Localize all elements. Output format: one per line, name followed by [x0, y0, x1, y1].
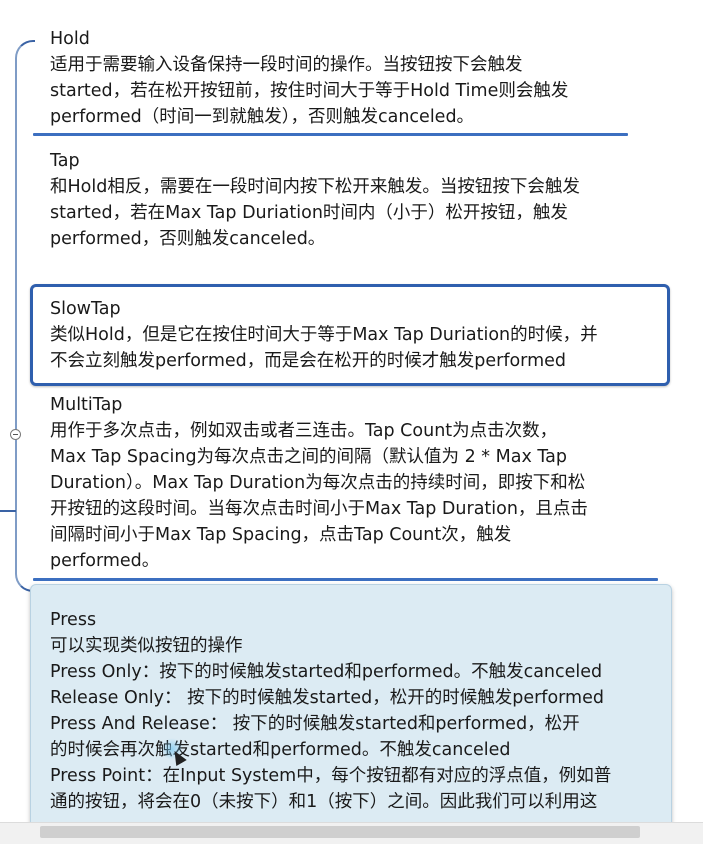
node-slowtap-line: 不会立刻触发performed，而是会在松开的时候才触发performed	[50, 351, 566, 371]
node-multitap-title: MultiTap	[50, 395, 123, 415]
node-multitap-line: 开按钮的这段时间。当每次点击时间小于Max Tap Duration，且点击	[50, 499, 588, 519]
node-press-line: Press Point：在Input System中，每个按钮都有对应的浮点值，…	[50, 766, 612, 786]
node-hold-line: started，若在松开按钮前，按住时间大于等于Hold Time则会触发	[50, 81, 569, 101]
node-press-line: 通的按钮，将会在0（未按下）和1（按下）之间。因此我们可以利用这	[50, 792, 598, 812]
mindmap-canvas: Hold 适用于需要输入设备保持一段时间的操作。当按钮按下会触发 started…	[0, 0, 703, 844]
node-hold-underline	[33, 133, 628, 136]
node-multitap[interactable]: MultiTap 用作于多次点击，例如双击或者三连击。Tap Count为点击次…	[50, 392, 588, 574]
node-press-line: Press And Release： 按下的时候触发started和perfor…	[50, 714, 580, 734]
horizontal-scrollbar-thumb[interactable]	[40, 826, 640, 838]
node-slowtap-line: 类似Hold，但是它在按住时间大于等于Max Tap Duriation的时候，…	[50, 325, 598, 345]
node-multitap-line: 用作于多次点击，例如双击或者三连击。Tap Count为点击次数，	[50, 421, 558, 441]
node-press-line: 可以实现类似按钮的操作	[50, 636, 243, 656]
node-slowtap[interactable]: SlowTap 类似Hold，但是它在按住时间大于等于Max Tap Duria…	[50, 296, 598, 374]
node-press-line: Press Only：按下的时候触发started和performed。不触发c…	[50, 662, 603, 682]
node-tap-line: performed，否则触发canceled。	[50, 229, 326, 249]
collapse-toggle-icon[interactable]	[10, 429, 21, 440]
node-multitap-line: Max Tap Spacing为每次点击之间的间隔（默认值为 2 * Max T…	[50, 447, 567, 467]
node-multitap-line: 间隔时间小于Max Tap Spacing，点击Tap Count次，触发	[50, 525, 512, 545]
node-multitap-line: Duration）。Max Tap Duration为每次点击的持续时间，即按下…	[50, 473, 586, 493]
node-slowtap-title: SlowTap	[50, 299, 121, 319]
node-press-title: Press	[50, 610, 97, 630]
node-hold-title: Hold	[50, 29, 90, 49]
node-hold-line: 适用于需要输入设备保持一段时间的操作。当按钮按下会触发	[50, 55, 523, 75]
node-press-line: Release Only： 按下的时候触发started，松开的时候触发perf…	[50, 688, 604, 708]
node-press[interactable]: Press 可以实现类似按钮的操作 Press Only：按下的时候触发star…	[50, 607, 611, 815]
node-tap-line: 和Hold相反，需要在一段时间内按下松开来触发。当按钮按下会触发	[50, 177, 580, 197]
node-multitap-underline	[33, 578, 658, 581]
node-tap-line: started，若在Max Tap Duriation时间内（小于）松开按钮，触…	[50, 203, 568, 223]
node-hold-line: performed（时间一到就触发），否则触发canceled。	[50, 107, 475, 127]
node-tap[interactable]: Tap 和Hold相反，需要在一段时间内按下松开来触发。当按钮按下会触发 sta…	[50, 148, 580, 252]
node-press-line: 的时候会再次触发started和performed。不触发canceled	[50, 740, 511, 760]
connector-trunk	[0, 510, 16, 512]
node-multitap-line: performed。	[50, 551, 160, 571]
node-hold[interactable]: Hold 适用于需要输入设备保持一段时间的操作。当按钮按下会触发 started…	[50, 26, 568, 130]
node-tap-title: Tap	[50, 151, 80, 171]
